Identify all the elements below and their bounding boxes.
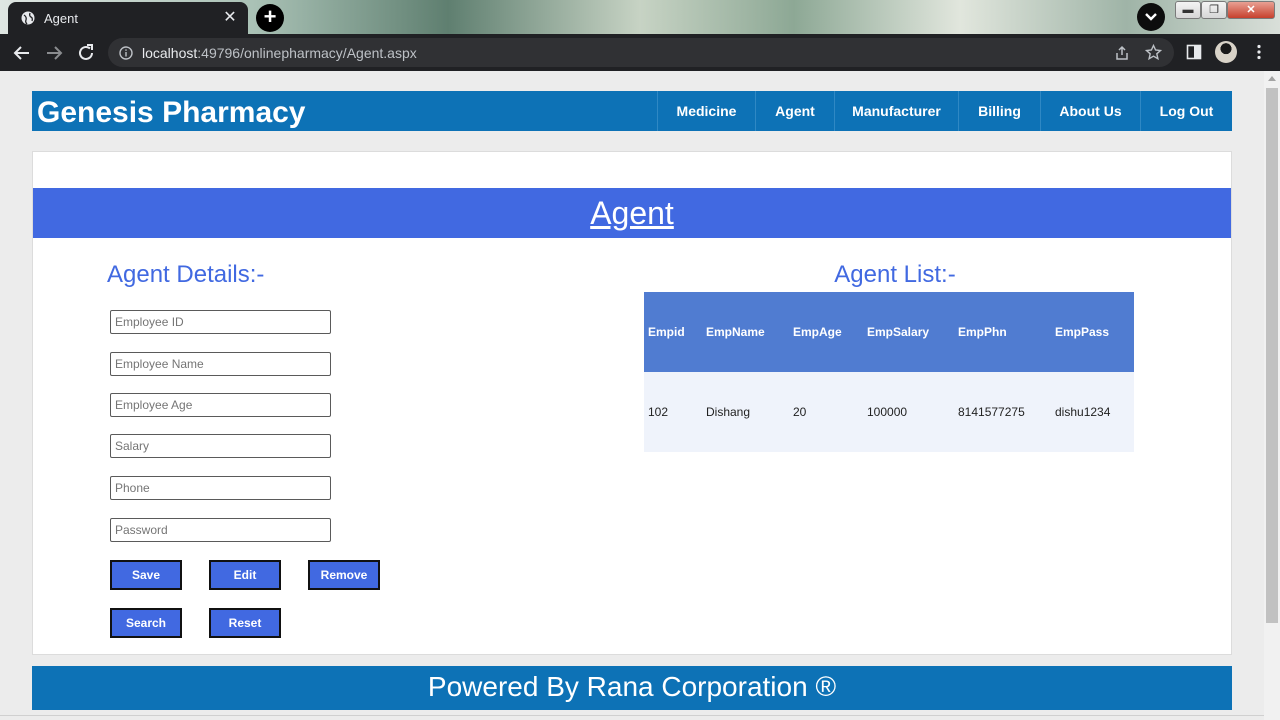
employee-id-field[interactable] <box>110 310 331 334</box>
nav-item-billing[interactable]: Billing <box>958 91 1040 131</box>
phone-field[interactable] <box>110 476 331 500</box>
page-scrollbar[interactable] <box>1264 71 1280 720</box>
table-row[interactable]: 102 Dishang 20 100000 8141577275 dishu12… <box>644 372 1134 452</box>
share-icon[interactable] <box>1114 45 1130 61</box>
site-info-icon[interactable] <box>119 46 133 60</box>
page-banner: Agent <box>33 188 1231 238</box>
new-tab-button[interactable]: + <box>256 4 284 32</box>
table-cell-empsalary: 100000 <box>867 405 908 419</box>
tab-title: Agent <box>44 11 78 26</box>
forward-arrow-icon[interactable] <box>43 42 65 64</box>
table-cell-empid: 102 <box>648 405 669 419</box>
bookmark-star-icon[interactable] <box>1145 44 1162 61</box>
profile-avatar[interactable] <box>1215 41 1237 63</box>
chevron-down-icon <box>1145 13 1157 21</box>
browser-toolbar: localhost:49796/onlinepharmacy/Agent.asp… <box>0 34 1280 71</box>
table-cell-emppass: dishu1234 <box>1055 405 1111 419</box>
table-cell-empname: Dishang <box>706 405 751 419</box>
site-footer: Powered By Rana Corporation ® <box>32 666 1232 710</box>
footer-text: Powered By Rana Corporation ® <box>427 671 837 702</box>
page-bottom-edge <box>0 715 1264 720</box>
site-header: Genesis Pharmacy Medicine Agent Manufact… <box>32 91 1232 131</box>
column-header-empphn[interactable]: EmpPhn <box>958 325 1007 339</box>
column-header-emppass[interactable]: EmpPass <box>1055 325 1109 339</box>
url-host: localhost <box>142 45 198 61</box>
nav-item-agent[interactable]: Agent <box>755 91 834 131</box>
table-header-row: Empid EmpName EmpAge EmpSalary EmpPhn Em… <box>644 292 1134 372</box>
extensions-icon[interactable] <box>1186 44 1202 60</box>
nav-item-about-us[interactable]: About Us <box>1040 91 1140 131</box>
scrollbar-thumb[interactable] <box>1266 88 1278 623</box>
more-options-icon[interactable] <box>1251 44 1267 60</box>
nav-item-medicine[interactable]: Medicine <box>657 91 755 131</box>
agent-details-heading: Agent Details:- <box>107 261 265 288</box>
url-path: :49796/onlinepharmacy/Agent.aspx <box>197 45 417 61</box>
page-title: Agent <box>590 195 674 231</box>
nav-item-manufacturer[interactable]: Manufacturer <box>834 91 958 131</box>
url-text: localhost:49796/onlinepharmacy/Agent.asp… <box>142 45 417 61</box>
main-panel: Agent Agent Details:- Save Edit Remove S… <box>32 151 1232 655</box>
globe-icon <box>21 11 35 25</box>
nav-item-log-out[interactable]: Log Out <box>1140 91 1232 131</box>
tab-search-button[interactable] <box>1137 3 1165 31</box>
brand-logo-text[interactable]: Genesis Pharmacy <box>37 96 306 130</box>
table-cell-empage: 20 <box>793 405 807 419</box>
column-header-empid[interactable]: Empid <box>648 325 685 339</box>
agent-list-table: Empid EmpName EmpAge EmpSalary EmpPhn Em… <box>644 292 1134 452</box>
password-field[interactable] <box>110 518 331 542</box>
back-arrow-icon[interactable] <box>11 42 33 64</box>
main-nav: Medicine Agent Manufacturer Billing Abou… <box>657 91 1232 131</box>
window-close-button[interactable]: ✕ <box>1227 1 1275 19</box>
search-button[interactable]: Search <box>110 608 182 638</box>
edit-button[interactable]: Edit <box>209 560 281 590</box>
agent-list-heading: Agent List:- <box>834 261 956 288</box>
table-cell-empphn: 8141577275 <box>958 405 1025 419</box>
browser-tab-active[interactable]: Agent ✕ <box>8 2 248 34</box>
window-maximize-button[interactable]: ❐ <box>1201 1 1227 19</box>
column-header-empage[interactable]: EmpAge <box>793 325 842 339</box>
address-bar[interactable]: localhost:49796/onlinepharmacy/Agent.asp… <box>108 38 1174 67</box>
tab-close-icon[interactable]: ✕ <box>220 8 240 28</box>
remove-button[interactable]: Remove <box>308 560 380 590</box>
reset-button[interactable]: Reset <box>209 608 281 638</box>
window-minimize-button[interactable]: ▬ <box>1175 1 1201 19</box>
salary-field[interactable] <box>110 434 331 458</box>
reload-icon[interactable] <box>75 42 97 64</box>
employee-name-field[interactable] <box>110 352 331 376</box>
column-header-empname[interactable]: EmpName <box>706 325 765 339</box>
employee-age-field[interactable] <box>110 393 331 417</box>
save-button[interactable]: Save <box>110 560 182 590</box>
column-header-empsalary[interactable]: EmpSalary <box>867 325 929 339</box>
scroll-up-arrow-icon[interactable] <box>1268 76 1276 81</box>
browser-tab-strip: Agent ✕ + ▬ ❐ ✕ <box>0 0 1280 34</box>
